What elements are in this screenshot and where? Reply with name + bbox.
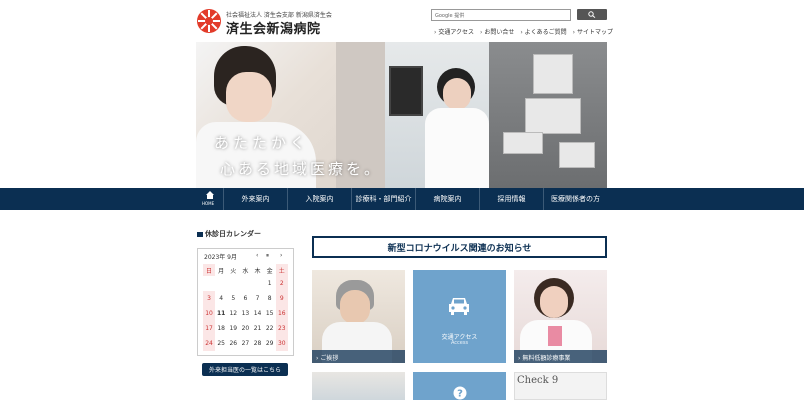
question-icon: ? <box>453 386 467 400</box>
tile-caption: ご挨拶 <box>312 350 405 363</box>
nav-home[interactable]: HOME <box>196 188 224 210</box>
logo-title[interactable]: 済生会新潟病院 <box>226 18 321 37</box>
calendar-day: 19 <box>229 325 238 332</box>
calendar-day: 11 <box>217 310 226 317</box>
home-icon <box>206 191 214 199</box>
search-input[interactable]: Google 提供 <box>431 9 571 21</box>
calendar-day: 10 <box>203 306 216 321</box>
tile-greeting[interactable]: ご挨拶 <box>312 270 405 363</box>
tile-magazine[interactable]: Check 9 <box>514 372 607 400</box>
hero-image: あたたかく 心ある地域医療を。 <box>196 42 607 188</box>
tile-bottom-photo[interactable] <box>312 372 405 400</box>
calendar-day: 2 <box>275 276 288 291</box>
calendar-day: 5 <box>231 295 236 302</box>
calendar-day: 8 <box>267 295 272 302</box>
global-nav: HOME 外来案内 入院案内 診療科・部門紹介 病院案内 採用情報 医療関係者の… <box>0 188 804 210</box>
calendar-day: 4 <box>219 295 224 302</box>
calendar-day: 20 <box>241 325 250 332</box>
calendar-day: 18 <box>217 325 225 332</box>
hero-photo-doctor <box>385 42 489 188</box>
calendar-week: 12 <box>203 276 288 291</box>
util-link-contact[interactable]: お問い合せ <box>480 27 514 36</box>
calendar-day: 3 <box>203 291 216 306</box>
calendar-weekday: 月 <box>218 267 225 275</box>
site-header: 社会福祉法人 済生会支部 新潟県済生会 済生会新潟病院 Google 提供 交通… <box>196 8 613 42</box>
calendar-week: 24 25 26 27 28 29 30 <box>203 336 288 351</box>
hospital-logo-icon[interactable] <box>196 8 222 34</box>
calendar-week: 3456789 <box>203 291 288 306</box>
tile-access[interactable]: 交通アクセス Access <box>413 270 506 363</box>
tile-access-subtitle: Access <box>450 340 469 346</box>
calendar-day: 30 <box>275 336 288 351</box>
calendar-weekday: 火 <box>230 267 237 275</box>
calendar-day: 27 <box>241 340 250 347</box>
outpatient-doctor-list-button[interactable]: 外来担当医の一覧はこちら <box>202 363 288 376</box>
calendar-day: 25 <box>217 340 225 347</box>
nav-medical-professionals[interactable]: 医療関係者の方 <box>544 188 607 210</box>
nav-departments[interactable]: 診療科・部門紹介 <box>352 188 416 210</box>
util-link-sitemap[interactable]: サイトマップ <box>573 27 613 36</box>
hero-tagline-line1: あたたかく <box>214 134 310 152</box>
calendar-day: 15 <box>265 310 274 317</box>
calendar-next-button[interactable]: › <box>280 252 282 259</box>
calendar-week: 10 11 12 13 14 15 16 <box>203 306 288 321</box>
nav-outpatient[interactable]: 外来案内 <box>224 188 288 210</box>
calendar-day <box>252 276 264 291</box>
calendar-month: 2023年 9月 <box>204 254 237 261</box>
calendar-grid: 日月火水木金土 1 2 3 4 5 6 7 8 9 10 11 12 13 14 15 16 17 18 19 20 21… <box>203 264 288 351</box>
util-link-faq[interactable]: よくあるご質問 <box>520 27 567 36</box>
calendar-weekday: 水 <box>242 267 249 275</box>
calendar-day: 13 <box>241 310 250 317</box>
tile-faq[interactable]: ? <box>413 372 506 400</box>
covid-notice-banner[interactable]: 新型コロナウイルス関連のお知らせ <box>312 236 607 258</box>
calendar-day: 12 <box>229 310 238 317</box>
calendar-day: 9 <box>275 291 288 306</box>
calendar-day <box>227 276 239 291</box>
hero-photo-building <box>489 42 607 188</box>
calendar-day: 24 <box>203 336 216 351</box>
calendar-heading: 休診日カレンダー <box>197 229 261 239</box>
calendar-day <box>203 276 215 291</box>
calendar-icon <box>197 231 203 237</box>
utility-links: 交通アクセス お問い合せ よくあるご質問 サイトマップ <box>434 27 613 36</box>
calendar-day <box>215 276 227 291</box>
calendar-weekday: 土 <box>275 264 288 276</box>
nav-recruit[interactable]: 採用情報 <box>480 188 544 210</box>
calendar-day: 16 <box>275 306 288 321</box>
calendar-weekday: 木 <box>254 267 261 275</box>
calendar-weekday: 日 <box>203 264 216 276</box>
calendar-day: 29 <box>265 340 274 347</box>
calendar-day: 14 <box>253 310 262 317</box>
tile-caption: 無料低額診療事業 <box>514 350 607 363</box>
nav-inpatient[interactable]: 入院案内 <box>288 188 352 210</box>
util-link-access[interactable]: 交通アクセス <box>434 27 474 36</box>
calendar-week: 17 18 19 20 21 22 23 <box>203 321 288 336</box>
calendar-day: 28 <box>253 340 262 347</box>
calendar-day: 6 <box>243 295 248 302</box>
svg-text:?: ? <box>457 389 463 400</box>
nav-hospital-info[interactable]: 病院案内 <box>416 188 480 210</box>
calendar-day: 26 <box>229 340 238 347</box>
calendar-day: 22 <box>265 325 274 332</box>
hero-tagline-line2: 心ある地域医療を。 <box>220 160 383 178</box>
search-icon <box>588 11 596 18</box>
calendar-day: 7 <box>255 295 260 302</box>
search-button[interactable] <box>577 9 607 20</box>
calendar-weekday: 金 <box>266 267 273 275</box>
calendar-day: 21 <box>253 325 262 332</box>
calendar-pause-button[interactable]: ⏸ <box>266 252 269 260</box>
tile-free-medical[interactable]: 無料低額診療事業 <box>514 270 607 363</box>
calendar-prev-button[interactable]: ‹ <box>256 252 258 259</box>
calendar-day <box>239 276 251 291</box>
calendar-day: 1 <box>267 280 272 287</box>
car-icon <box>449 298 469 315</box>
magazine-title: Check 9 <box>517 375 559 386</box>
holiday-calendar: 2023年 9月 ‹ ⏸ › 日月火水木金土 1 2 3 4 5 6 7 8 9 10 11 12 13 1… <box>197 248 294 356</box>
calendar-day: 17 <box>203 321 216 336</box>
calendar-day: 23 <box>275 321 288 336</box>
